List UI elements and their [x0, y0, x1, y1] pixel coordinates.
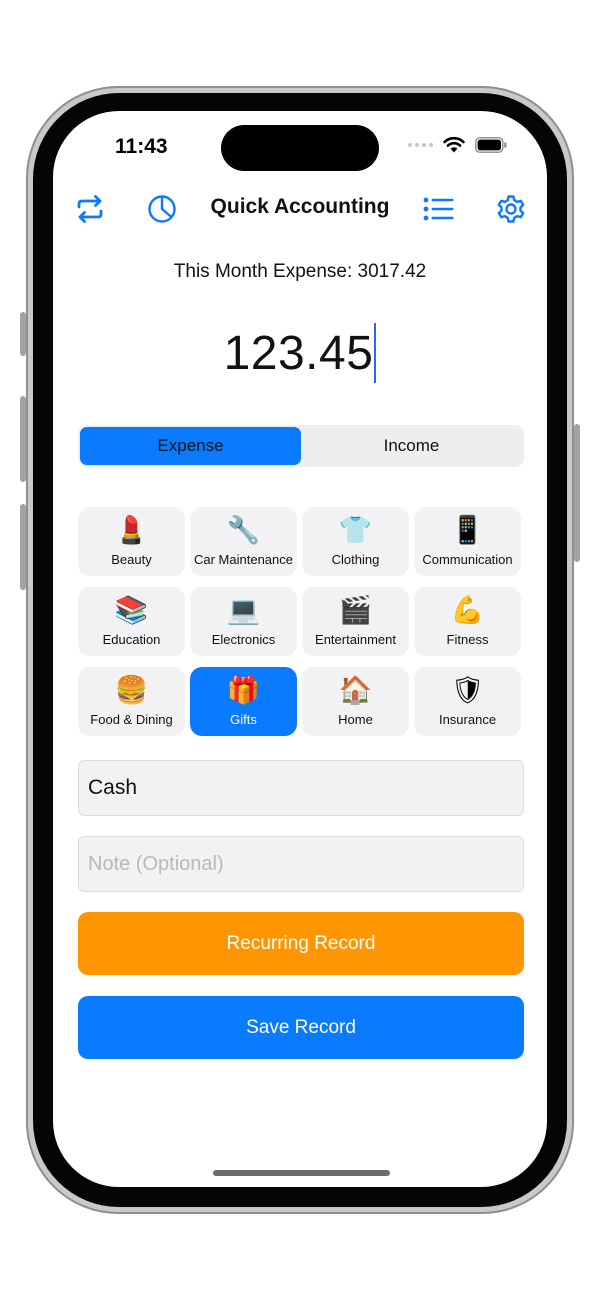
dynamic-island	[221, 125, 379, 171]
category-label: Entertainment	[315, 632, 396, 647]
month-expense-summary: This Month Expense: 3017.42	[173, 261, 427, 282]
category-label: Car Maintenance	[194, 552, 293, 567]
mobile-phone-icon: 📱	[450, 515, 485, 546]
recurring-record-button[interactable]: Recurring Record	[78, 912, 524, 975]
wifi-icon	[443, 137, 465, 153]
category-electronics[interactable]: 💻 Electronics	[190, 587, 297, 656]
status-icons	[408, 136, 507, 153]
silent-switch	[20, 312, 26, 356]
category-education[interactable]: 📚 Education	[78, 587, 185, 656]
save-record-button[interactable]: Save Record	[78, 996, 524, 1059]
shirt-icon: 👕	[338, 515, 373, 546]
category-fitness[interactable]: 💪 Fitness	[414, 587, 521, 656]
status-time: 11:43	[115, 135, 168, 158]
category-communication[interactable]: 📱 Communication	[414, 507, 521, 576]
gear-icon[interactable]	[493, 191, 529, 227]
battery-icon	[475, 136, 507, 153]
segment-income[interactable]: Income	[301, 427, 522, 465]
category-label: Food & Dining	[90, 712, 173, 727]
category-label: Electronics	[211, 632, 276, 647]
amount-value: 123.45	[223, 326, 374, 380]
category-label: Communication	[422, 552, 513, 567]
category-label: Gifts	[230, 712, 257, 727]
app-screen: 11:43 Quick Accounting This Month Expens…	[53, 111, 547, 1187]
laptop-icon: 💻	[226, 595, 261, 626]
lipstick-icon: 💄	[114, 515, 149, 546]
category-label: Insurance	[438, 712, 497, 727]
category-label: Education	[102, 632, 161, 647]
flexed-biceps-icon: 💪	[450, 595, 485, 626]
nav-bar: Quick Accounting	[53, 187, 547, 231]
category-label: Fitness	[446, 632, 489, 647]
volume-up-button	[20, 396, 26, 482]
power-button	[574, 424, 580, 562]
books-icon: 📚	[114, 595, 149, 626]
home-indicator[interactable]	[213, 1170, 390, 1176]
house-icon: 🏠	[338, 675, 373, 706]
category-entertainment[interactable]: 🎬 Entertainment	[302, 587, 409, 656]
category-gifts[interactable]: 🎁 Gifts	[190, 667, 297, 736]
category-beauty[interactable]: 💄 Beauty	[78, 507, 185, 576]
page-title: Quick Accounting	[210, 195, 390, 218]
category-grid: 💄 Beauty 🔧 Car Maintenance 👕 Clothing 📱 …	[78, 507, 524, 736]
category-car-maintenance[interactable]: 🔧 Car Maintenance	[190, 507, 297, 576]
type-segmented-control: Expense Income	[78, 425, 524, 467]
wrench-icon: 🔧	[226, 515, 261, 546]
category-label: Beauty	[111, 552, 152, 567]
category-label: Clothing	[331, 552, 380, 567]
note-input[interactable]: Note (Optional)	[78, 836, 524, 892]
burger-icon: 🍔	[114, 675, 149, 706]
gift-icon: 🎁	[226, 675, 261, 706]
segment-expense[interactable]: Expense	[80, 427, 301, 465]
amount-input[interactable]: 123.45	[53, 321, 547, 385]
category-home[interactable]: 🏠 Home	[302, 667, 409, 736]
clapperboard-icon: 🎬	[338, 595, 373, 626]
cellular-signal-icon	[408, 142, 433, 147]
category-label: Home	[338, 712, 373, 727]
list-icon[interactable]	[421, 191, 457, 227]
category-clothing[interactable]: 👕 Clothing	[302, 507, 409, 576]
category-insurance[interactable]: 🛡 Insurance	[414, 667, 521, 736]
shield-icon: 🛡	[450, 675, 485, 706]
volume-down-button	[20, 504, 26, 590]
category-food-dining[interactable]: 🍔 Food & Dining	[78, 667, 185, 736]
account-picker[interactable]: Cash	[78, 760, 524, 816]
text-caret	[374, 323, 377, 383]
